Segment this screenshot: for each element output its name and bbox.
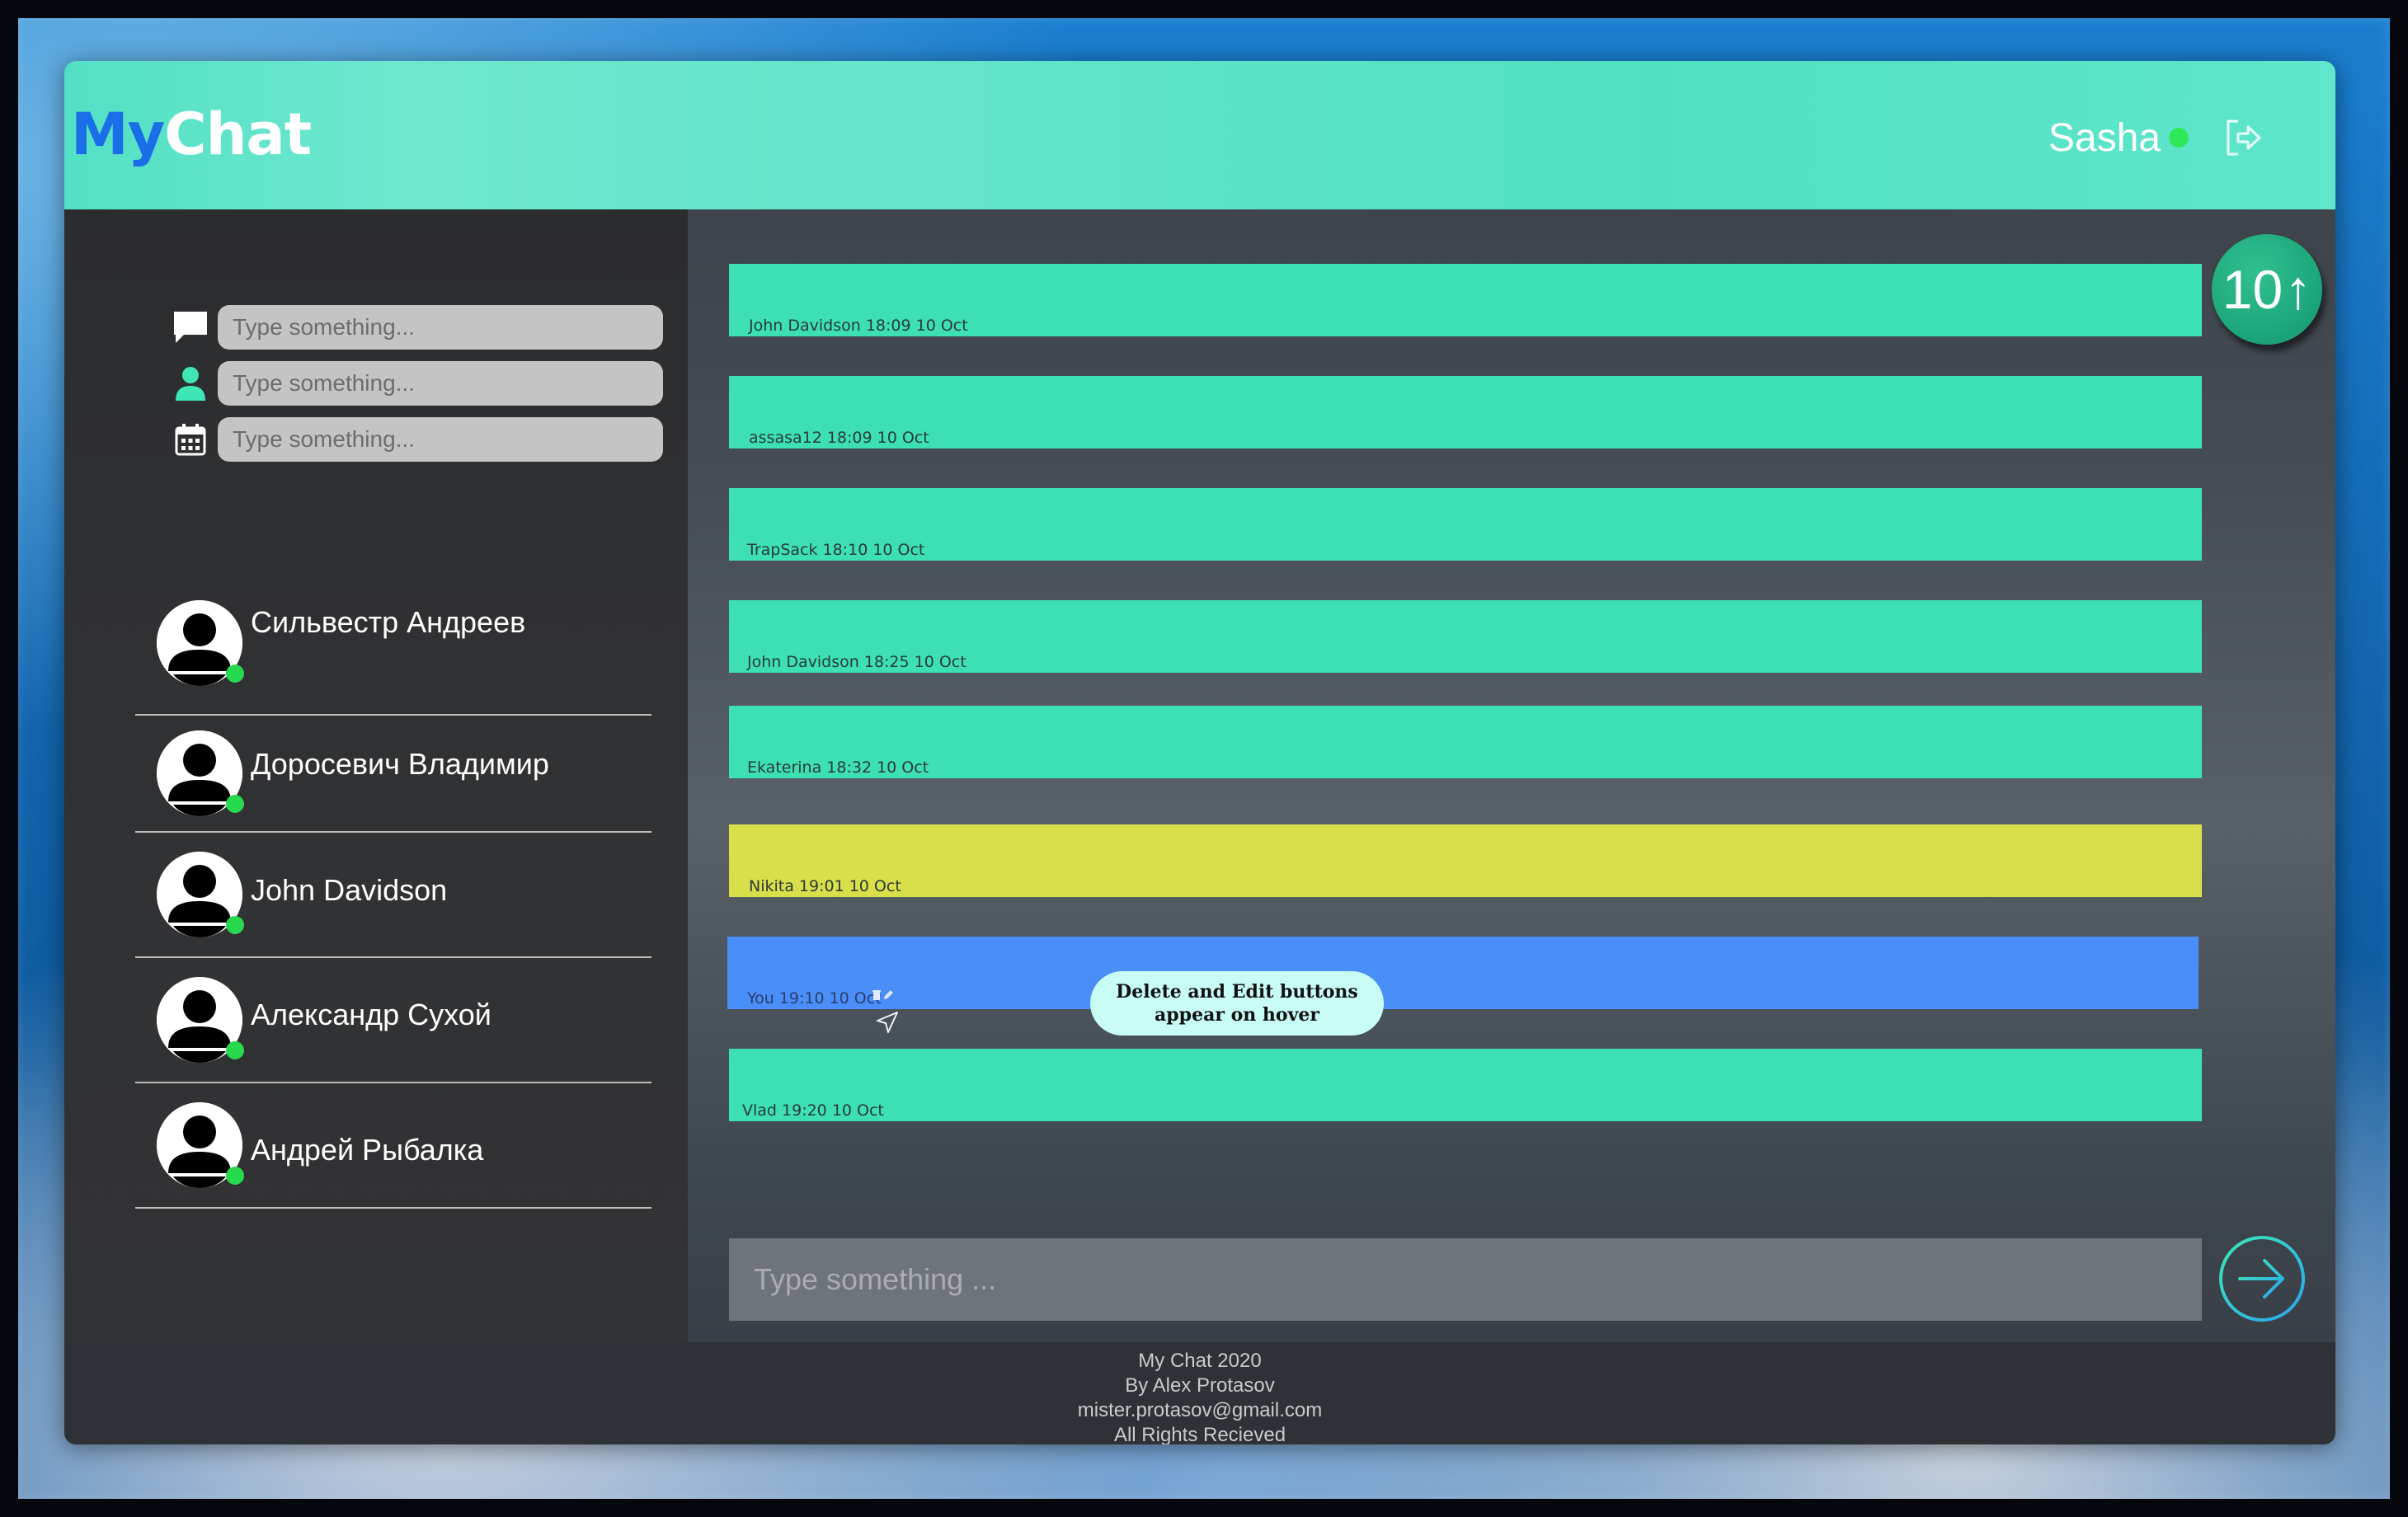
contact-name: Сильвестр Андреев [251, 605, 526, 639]
message-meta: John Davidson 18:09 10 Oct [749, 317, 968, 335]
message-item-highlighted[interactable]: Nikita 19:01 10 Oct [729, 824, 2202, 897]
unread-count: 10 [2222, 259, 2283, 320]
arrow-up-icon: ↑ [2284, 259, 2312, 320]
contact-name: Александр Сухой [251, 998, 491, 1031]
send-button[interactable] [2217, 1233, 2307, 1324]
online-indicator [226, 916, 244, 934]
message-meta: TrapSack 18:10 10 Oct [747, 541, 925, 559]
message-meta: Nikita 19:01 10 Oct [749, 877, 901, 895]
online-indicator [226, 665, 244, 683]
message-item[interactable]: Ekaterina 18:32 10 Oct [729, 706, 2202, 778]
contact-name: Андрей Рыбалка [251, 1133, 484, 1167]
current-username: Sasha [2048, 115, 2161, 160]
message-actions [872, 989, 894, 1001]
contact-item[interactable]: Александр Сухой [135, 958, 651, 1083]
message-meta: Ekaterina 18:32 10 Oct [747, 758, 929, 777]
logo-my: My [71, 101, 165, 168]
sidebar: Сильвестр Андреев Доросевич Владимир Joh… [64, 209, 688, 1377]
search-chat-input[interactable] [218, 305, 663, 350]
online-status-dot [2169, 128, 2189, 148]
footer-author: By Alex Protasov [1125, 1374, 1275, 1397]
header: MyChat Sasha [64, 61, 2335, 209]
contact-item[interactable]: Андрей Рыбалка [135, 1083, 651, 1209]
app-window: MyChat Sasha Type something... Type some… [64, 61, 2335, 1444]
avatar [157, 600, 244, 686]
search-row-chat [172, 305, 663, 350]
contact-name: John Davidson [251, 873, 448, 907]
search-date-input[interactable] [218, 417, 663, 462]
contact-item[interactable]: Сильвестр Андреев [135, 595, 651, 716]
logout-icon[interactable] [2222, 116, 2265, 159]
footer-title: My Chat 2020 [1138, 1350, 1262, 1372]
online-indicator [226, 795, 244, 813]
hover-tooltip: Delete and Edit buttons appear on hover [1090, 971, 1384, 1036]
edit-icon[interactable] [882, 989, 894, 1001]
message-item[interactable]: TrapSack 18:10 10 Oct [729, 488, 2202, 561]
search-user-input[interactable] [218, 361, 663, 406]
tooltip-text: Delete and Edit buttons appear on hover [1116, 981, 1358, 1026]
user-icon [172, 364, 209, 402]
contact-list: Сильвестр Андреев Доросевич Владимир Joh… [135, 595, 651, 1209]
message-item-own[interactable]: You 19:10 10 Oct [727, 937, 2199, 1033]
online-indicator [226, 1041, 244, 1059]
contact-item[interactable]: Доросевич Владимир [135, 716, 651, 833]
avatar [157, 730, 244, 816]
send-cursor-icon [877, 1012, 898, 1033]
logo: MyChat [71, 97, 312, 171]
message-meta: Vlad 19:20 10 Oct [742, 1101, 884, 1120]
message-item[interactable]: John Davidson 18:09 10 Oct [729, 264, 2202, 336]
contact-name: Доросевич Владимир [251, 747, 549, 781]
search-row-date [172, 417, 663, 462]
user-area: Sasha [2048, 109, 2265, 167]
message-item[interactable]: Vlad 19:20 10 Oct [729, 1049, 2202, 1121]
footer-rights: All Rights Recieved [1113, 1424, 1286, 1444]
message-meta: assasa12 18:09 10 Oct [749, 429, 929, 447]
footer-email: mister.protasov@gmail.com [1077, 1399, 1323, 1421]
message-item[interactable]: John Davidson 18:25 10 Oct [729, 600, 2202, 673]
message-meta: John Davidson 18:25 10 Oct [747, 653, 966, 671]
avatar [157, 852, 244, 937]
scroll-to-unread-button[interactable]: 10 ↑ [2212, 234, 2322, 345]
trash-icon[interactable] [872, 989, 881, 1001]
chat-bubble-icon [172, 308, 209, 346]
logo-chat: Chat [164, 101, 312, 168]
search-row-user [172, 361, 663, 406]
avatar [157, 1102, 244, 1188]
message-meta: You 19:10 10 Oct [747, 989, 882, 1007]
message-input[interactable] [729, 1238, 2202, 1321]
footer: My Chat 2020 By Alex Protasov mister.pro… [64, 1342, 2335, 1444]
online-indicator [226, 1167, 244, 1185]
message-item[interactable]: assasa12 18:09 10 Oct [729, 376, 2202, 449]
avatar [157, 977, 244, 1063]
contact-item[interactable]: John Davidson [135, 833, 651, 958]
calendar-icon [172, 420, 209, 458]
